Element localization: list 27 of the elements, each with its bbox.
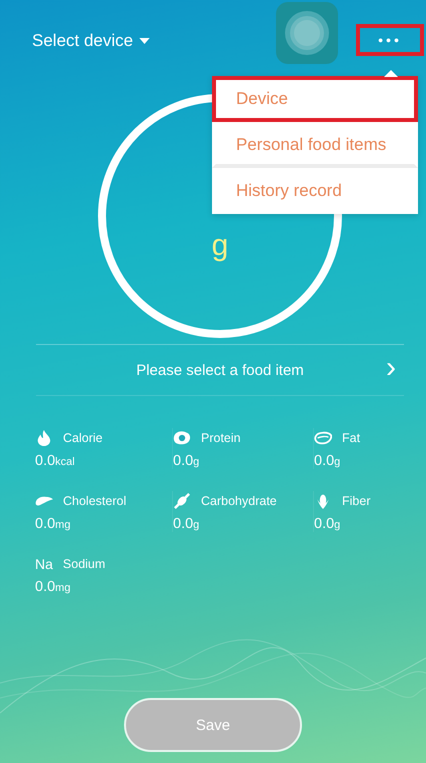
nutrient-name: Sodium: [62, 557, 106, 571]
menu-item[interactable]: History record: [212, 168, 418, 214]
nutrient-value: 0.0g: [173, 516, 200, 532]
food-selector[interactable]: Please select a food item ›: [36, 344, 404, 396]
nutrient-name: Fat: [342, 431, 360, 445]
nutrient-value: 0.0mg: [35, 579, 72, 595]
gauge-unit: g: [212, 229, 228, 263]
nutrient-name: Calorie: [63, 431, 103, 445]
nutrient-value: 0.0g: [314, 516, 342, 532]
device-selector[interactable]: Select device: [32, 31, 150, 51]
menu-pointer: [384, 70, 398, 77]
nutrient-name: Carbohydrate: [201, 494, 277, 508]
nutrient-value: 0.0g: [173, 453, 200, 469]
nutrient-value: 0.0kcal: [35, 453, 76, 469]
caret-icon: [139, 38, 150, 44]
sodium-symbol: Na: [35, 556, 53, 572]
nutrient-name: Fiber: [342, 494, 370, 508]
nutrient-value: 0.0mg: [35, 516, 72, 532]
menu-item[interactable]: Device: [212, 76, 418, 122]
nutrient-name: Cholesterol: [63, 494, 126, 508]
chevron-icon: ›: [386, 353, 396, 383]
menu-item[interactable]: Personal food items: [212, 122, 418, 168]
more-button[interactable]: •••: [356, 24, 424, 56]
nutrient-value: 0.0g: [314, 453, 342, 469]
flame-icon: [35, 430, 53, 446]
nutrient-name: Protein: [201, 431, 241, 445]
app-icon[interactable]: [276, 2, 338, 64]
